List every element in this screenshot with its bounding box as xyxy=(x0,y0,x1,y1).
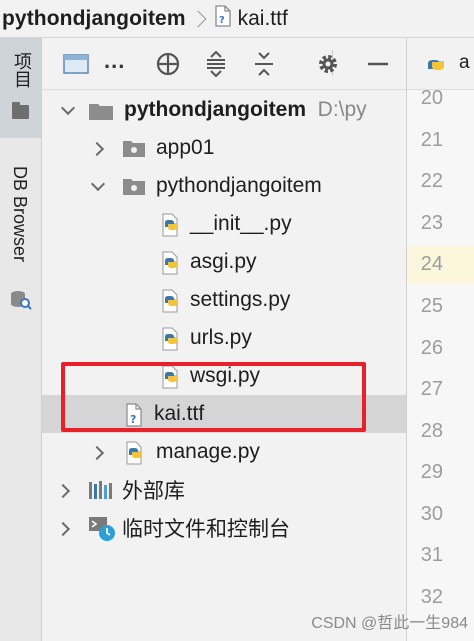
scratches-console-icon xyxy=(88,516,116,548)
line-number: 26 xyxy=(420,337,443,359)
editor-area: a 20 21 22 23 24 25 26 27 28 29 30 31 32 xyxy=(406,38,474,641)
line-number: 28 xyxy=(420,420,443,442)
highlight-annotation xyxy=(61,362,366,432)
folder-icon xyxy=(88,101,114,127)
tree-node-package[interactable]: pythondjangoitem xyxy=(42,167,406,205)
package-folder-icon xyxy=(122,177,146,202)
tree-node-file[interactable]: __init__.py xyxy=(42,205,406,243)
locate-file-icon[interactable] xyxy=(154,50,182,78)
breadcrumb: pythondjangoitem ? kai.ttf xyxy=(0,0,474,38)
library-icon xyxy=(88,480,114,506)
breadcrumb-file[interactable]: ? kai.ttf xyxy=(214,4,288,33)
chevron-right-icon[interactable] xyxy=(92,142,104,154)
line-number: 30 xyxy=(420,503,443,525)
tree-node-file[interactable]: asgi.py xyxy=(42,243,406,281)
tree-node-manage[interactable]: manage.py xyxy=(42,433,406,471)
project-tool-button[interactable]: 项目 xyxy=(0,38,41,138)
folder-icon xyxy=(12,102,29,119)
view-mode-icon[interactable] xyxy=(62,50,90,78)
python-file-icon xyxy=(160,251,182,281)
project-panel: ... pythondjangoitem D:\py app01 pythond… xyxy=(42,38,406,641)
gear-icon[interactable] xyxy=(314,50,342,78)
minimize-icon[interactable] xyxy=(364,50,392,78)
line-number: 31 xyxy=(420,544,443,566)
chevron-down-icon[interactable] xyxy=(92,180,104,192)
python-file-icon xyxy=(124,441,146,471)
database-search-icon xyxy=(9,288,33,317)
breadcrumb-separator-icon xyxy=(194,10,204,28)
unknown-file-icon: ? xyxy=(214,4,232,33)
tree-label: manage.py xyxy=(156,440,260,463)
breadcrumb-file-label: kai.ttf xyxy=(237,6,288,30)
tree-node-scratches[interactable]: 临时文件和控制台 xyxy=(42,509,406,547)
tree-node-external-libraries[interactable]: 外部库 xyxy=(42,471,406,509)
breadcrumb-project[interactable]: pythondjangoitem xyxy=(0,7,186,31)
collapse-all-icon[interactable] xyxy=(250,50,278,78)
editor-tab-label: a xyxy=(459,52,470,73)
tree-node-file[interactable]: urls.py xyxy=(42,319,406,357)
line-number: 25 xyxy=(420,295,443,317)
tree-node-app01[interactable]: app01 xyxy=(42,129,406,167)
tree-label: pythondjangoitem xyxy=(156,174,322,197)
package-folder-icon xyxy=(122,139,146,164)
tree-label: settings.py xyxy=(190,288,291,311)
python-file-icon xyxy=(425,54,447,81)
chevron-down-icon[interactable] xyxy=(62,104,74,116)
line-number: 29 xyxy=(420,461,443,483)
project-toolbar: ... xyxy=(42,38,406,90)
line-number: 21 xyxy=(420,129,443,151)
watermark: CSDN @哲此一生984 xyxy=(311,615,468,632)
db-browser-label: DB Browser xyxy=(10,166,30,263)
tree-label: urls.py xyxy=(190,326,252,349)
tool-window-stripe: 项目 DB Browser xyxy=(0,38,42,641)
project-tool-label: 项目 xyxy=(12,52,32,88)
chevron-right-icon[interactable] xyxy=(58,484,70,496)
python-file-icon xyxy=(160,213,182,243)
view-mode-dropdown[interactable]: ... xyxy=(104,48,125,74)
tree-label: app01 xyxy=(156,136,215,159)
line-number: 23 xyxy=(420,212,443,234)
line-number: 20 xyxy=(420,87,443,109)
svg-text:?: ? xyxy=(219,15,225,26)
line-number: 24 xyxy=(420,253,443,275)
tree-label: __init__.py xyxy=(190,212,292,235)
tree-label: 外部库 xyxy=(122,480,185,503)
tree-node-project-root[interactable]: pythondjangoitem D:\py xyxy=(42,91,406,129)
tree-label: asgi.py xyxy=(190,250,257,273)
python-file-icon xyxy=(160,289,182,319)
chevron-right-icon[interactable] xyxy=(92,446,104,458)
python-file-icon xyxy=(160,327,182,357)
chevron-right-icon[interactable] xyxy=(58,522,70,534)
line-number: 27 xyxy=(420,378,443,400)
line-number: 32 xyxy=(420,586,443,608)
tree-label: pythondjangoitem D:\py xyxy=(124,98,367,121)
editor-tab[interactable]: a xyxy=(407,38,474,90)
tree-label: 临时文件和控制台 xyxy=(122,518,290,541)
line-number: 22 xyxy=(420,170,443,192)
expand-all-icon[interactable] xyxy=(202,50,230,78)
tree-node-file[interactable]: settings.py xyxy=(42,281,406,319)
